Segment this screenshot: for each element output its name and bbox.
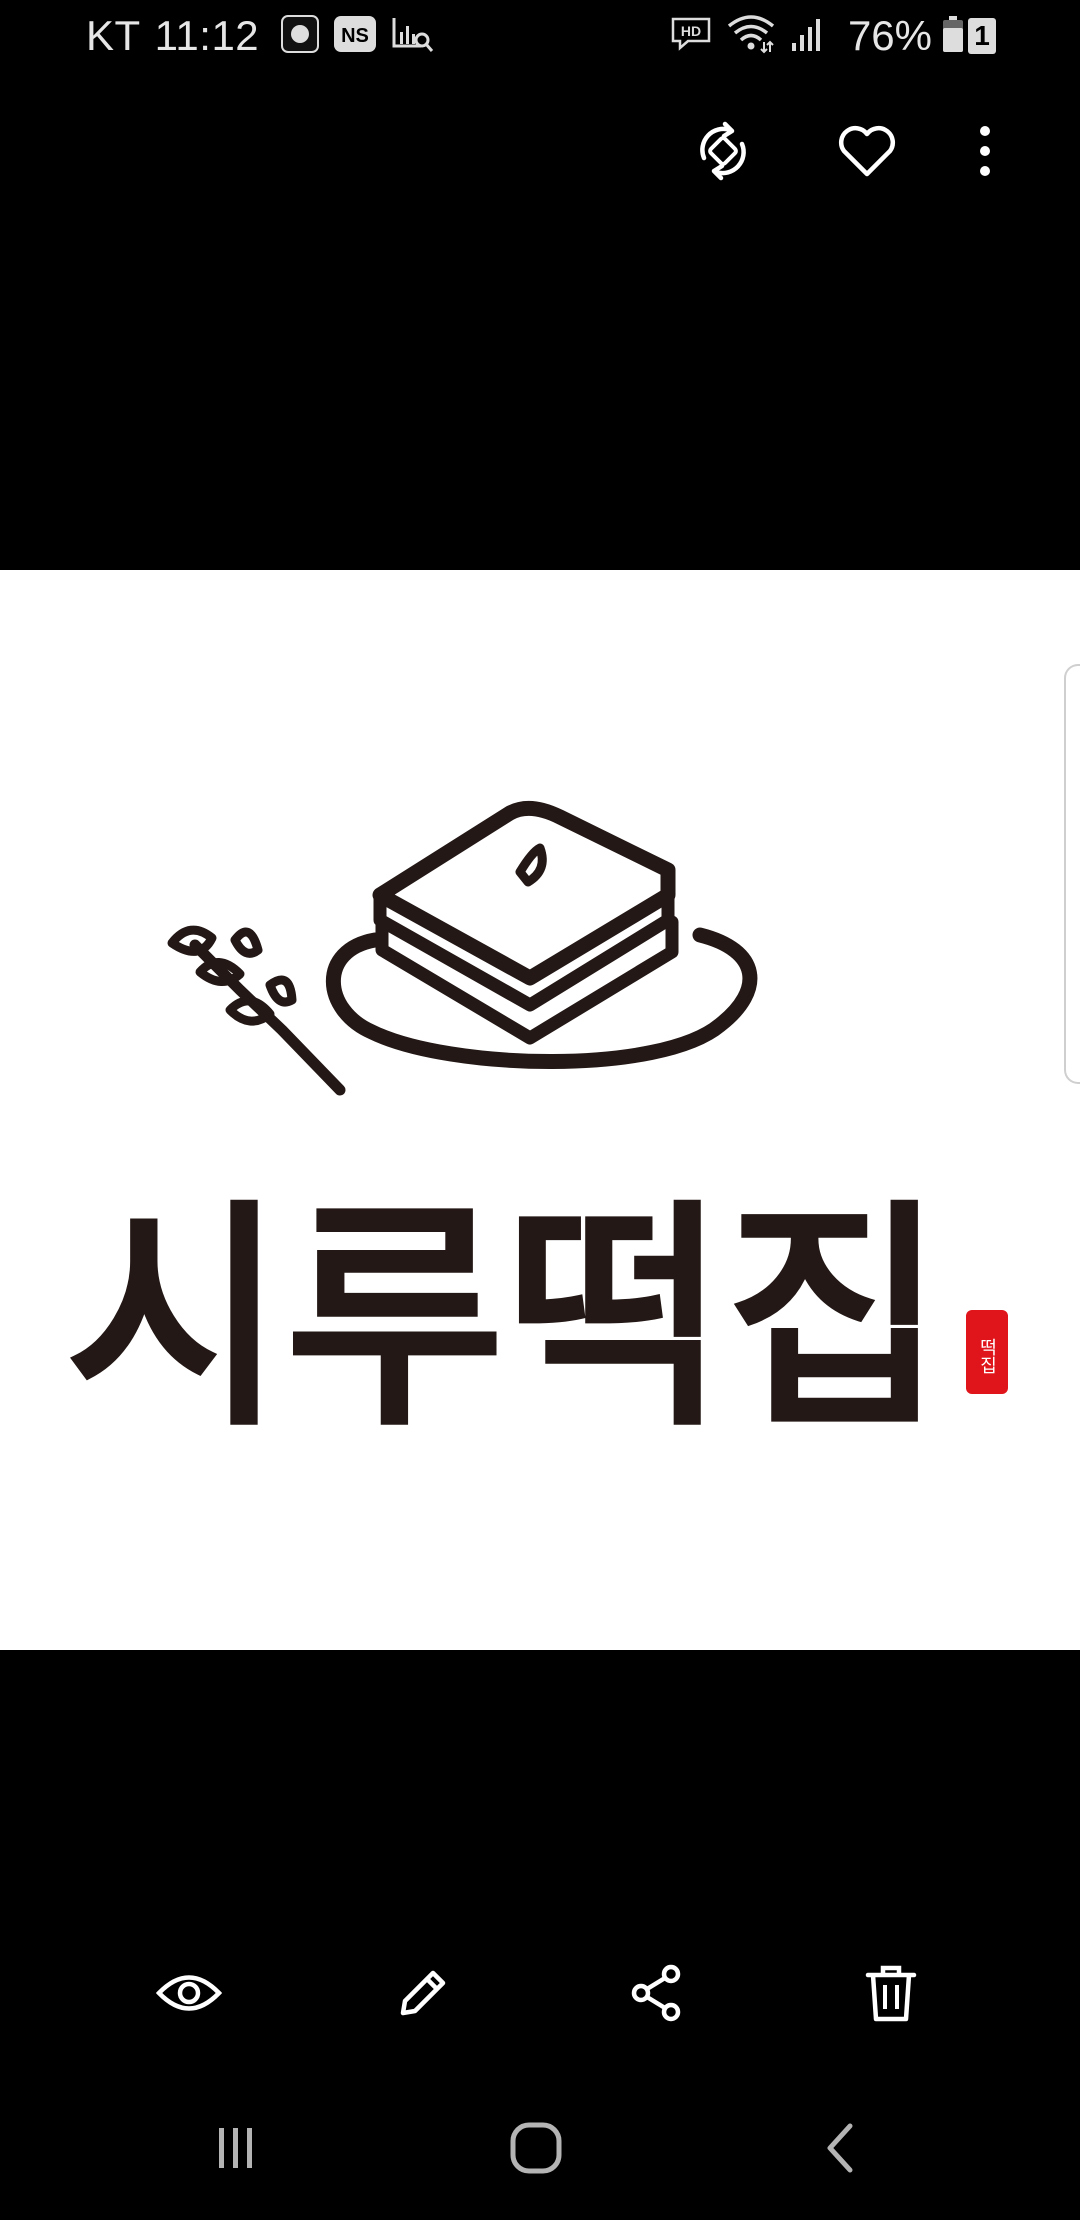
view-icon [155,1970,223,2021]
record-icon [281,14,320,58]
data-usage-icon [391,14,435,59]
rotate-button[interactable] [688,118,758,188]
favorite-button[interactable] [832,118,902,188]
delete-icon [865,1963,917,2028]
red-seal: 떡집 [966,1310,1008,1394]
hd-voice-icon: HD [670,16,712,57]
share-button[interactable] [620,1958,694,2032]
top-action-bar [0,118,1080,188]
logo-text: 시루떡집 [65,1179,945,1459]
wifi-icon [726,14,776,59]
sim-slot-badge: 1 [968,18,996,54]
home-button[interactable] [496,2110,576,2190]
carrier-label: KT [86,12,141,59]
seal-text: 떡집 [977,1338,998,1374]
clock: 11:12 [154,12,260,59]
view-button[interactable] [152,1958,226,2032]
back-icon [820,2121,860,2180]
edit-icon [395,1965,451,2026]
more-options-button[interactable] [950,118,1020,188]
svg-text:HD: HD [681,23,701,39]
ns-icon: NS [333,15,377,58]
heart-icon [837,124,897,183]
recent-apps-button[interactable] [196,2110,276,2190]
recent-apps-icon [211,2123,261,2178]
logo-image: 시루떡집 떡집 [65,800,1008,1459]
status-bar: KT 11:12 NS HD 76% 1 [0,0,1080,72]
bottom-toolbar [0,1958,1080,2028]
rotate-icon [692,120,754,187]
more-options-icon [978,124,992,183]
delete-button[interactable] [854,1958,928,2032]
svg-text:NS: NS [341,25,369,47]
back-button[interactable] [800,2110,880,2190]
battery-percent: 76% [847,12,932,59]
photo-viewer[interactable]: 시루떡집 떡집 [0,570,1080,1650]
battery-icon [942,15,964,58]
navigation-bar [0,2110,1080,2190]
home-icon [508,2120,564,2181]
signal-icon [790,15,826,58]
edge-panel-handle[interactable] [1064,664,1080,1084]
edit-button[interactable] [386,1958,460,2032]
share-icon [629,1964,685,2027]
